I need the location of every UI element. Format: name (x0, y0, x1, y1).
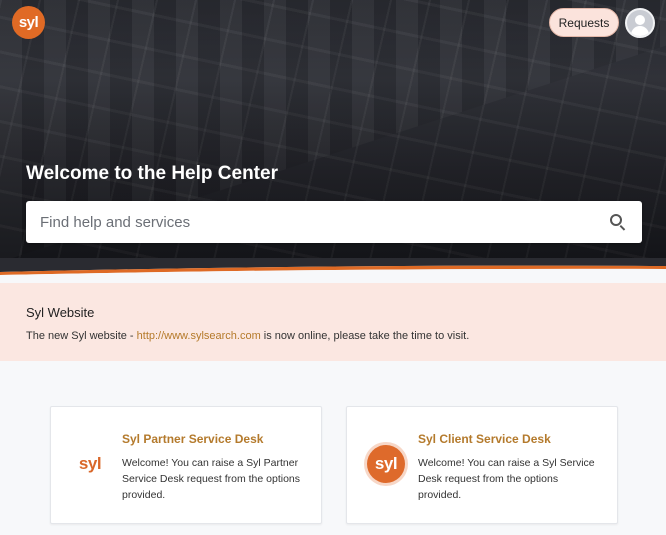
avatar-body (631, 26, 649, 36)
search-icon[interactable] (608, 212, 628, 232)
syl-logo-icon: syl (78, 454, 102, 473)
user-avatar-icon[interactable] (625, 8, 655, 38)
syl-logo-icon: syl (367, 445, 405, 483)
card-description: Welcome! You can raise a Syl Partner Ser… (122, 457, 300, 501)
search-input[interactable] (26, 201, 608, 243)
partner-service-desk-card[interactable]: syl Syl Partner Service Desk Welcome! Yo… (50, 406, 322, 524)
client-service-desk-card[interactable]: syl Syl Client Service Desk Welcome! You… (346, 406, 618, 524)
announcement-banner: Syl Website The new Syl website - http:/… (0, 283, 666, 361)
announcement-text-before: The new Syl website - (26, 330, 137, 342)
card-description: Welcome! You can raise a Syl Service Des… (418, 457, 595, 501)
page-title: Welcome to the Help Center (26, 163, 278, 184)
announcement-text: The new Syl website - http://www.sylsear… (26, 330, 640, 342)
avatar-head (635, 15, 645, 25)
search-bar (26, 201, 642, 243)
logo-text: syl (18, 14, 39, 31)
syl-logo[interactable]: syl (12, 6, 45, 39)
orange-wave-divider (0, 258, 666, 278)
announcement-title: Syl Website (26, 305, 95, 320)
card-title[interactable]: Syl Partner Service Desk (122, 432, 263, 446)
requests-button[interactable]: Requests (549, 8, 619, 37)
announcement-text-after: is now online, please take the time to v… (260, 330, 470, 342)
sylsearch-link[interactable]: http://www.sylsearch.com (137, 330, 261, 342)
card-title[interactable]: Syl Client Service Desk (418, 432, 551, 446)
